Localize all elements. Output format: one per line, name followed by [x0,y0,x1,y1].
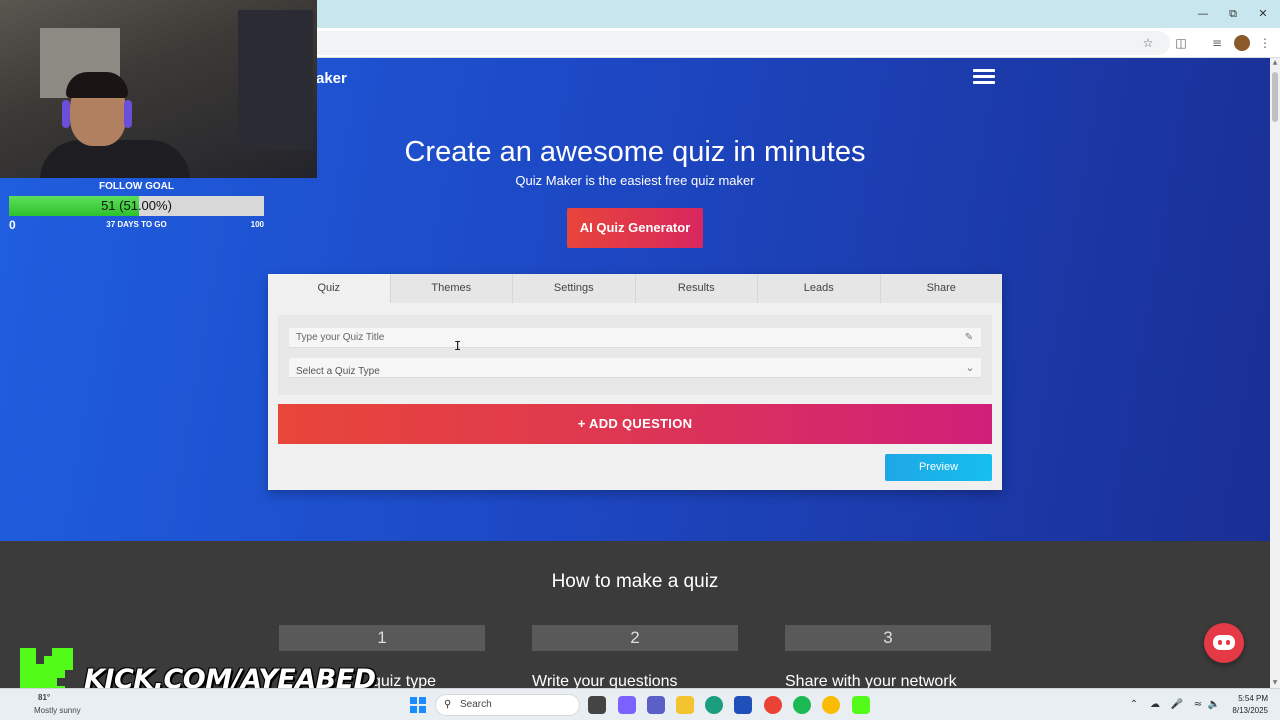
kick-app-icon[interactable] [852,696,870,714]
how-to-title: How to make a quiz [551,571,719,592]
text-cursor-icon: I [454,339,462,353]
volume-icon[interactable]: 🔈 [1207,697,1221,713]
tab-results[interactable]: Results [634,274,757,303]
headset-icon [124,100,132,128]
file-explorer-icon[interactable] [588,696,606,714]
clock-time: 5:54 PM [1238,694,1268,703]
minimize-icon[interactable]: — [1188,4,1218,24]
close-icon[interactable]: ✕ [1248,4,1278,24]
ai-quiz-generator-button[interactable]: AI Quiz Generator [567,208,703,248]
quiz-title-input[interactable] [289,328,981,348]
windows-start-icon[interactable] [410,697,426,713]
weather-text: Mostly sunny [34,706,81,715]
onedrive-icon[interactable]: ☁ [1148,697,1162,713]
more-icon[interactable]: ⋮ [1256,34,1274,52]
follow-goal-max: 100 [250,220,264,229]
tab-themes[interactable]: Themes [389,274,512,303]
follow-goal-days: 37 DAYS TO GO [106,220,167,229]
scroll-up-icon[interactable]: ▲ [1270,58,1280,68]
follow-goal-bar: 51 (51.00%) [9,196,264,216]
profile-avatar[interactable] [1234,35,1250,51]
tab-search-icon[interactable]: ≡ [1208,34,1226,52]
site-brand[interactable]: aker [316,70,347,87]
preview-button[interactable]: Preview [885,454,992,481]
quiz-type-select[interactable] [289,358,981,378]
menu-icon[interactable] [973,69,995,85]
page-scrollbar[interactable]: ▲ ▼ [1270,58,1280,688]
taskbar-clock[interactable]: 5:54 PM 8/13/2025 [1222,693,1268,717]
taskbar-search[interactable]: Search [435,694,580,716]
tab-quiz[interactable]: Quiz [268,274,390,303]
quiz-form-panel: ✎ Select a Quiz Type ⌄ [278,315,992,395]
webcam-body-shape [40,140,190,178]
chat-bot-button[interactable] [1204,623,1244,663]
webcam-shelf-shape [238,10,313,150]
scroll-down-icon[interactable]: ▼ [1270,678,1280,688]
tab-share[interactable]: Share [879,274,1002,303]
webcam-hair-shape [66,72,128,98]
weather-temp: 81° [38,693,51,702]
chevron-up-icon[interactable]: ⌃ [1127,697,1141,713]
edge-icon[interactable] [705,696,723,714]
step-text: quiz type [372,673,437,688]
follow-goal-label: FOLLOW GOAL [99,181,174,192]
step-text: Write your questions [532,673,678,688]
cast-icon[interactable]: ◫ [1172,34,1190,52]
search-icon: ⚲ [444,699,452,710]
tab-settings[interactable]: Settings [512,274,635,303]
scroll-thumb[interactable] [1272,72,1278,122]
chrome-profile-icon[interactable] [822,696,840,714]
store-icon[interactable] [734,696,752,714]
spotify-icon[interactable] [793,696,811,714]
bookmark-star-icon[interactable]: ☆ [1139,34,1157,52]
robot-icon [1213,635,1235,650]
pencil-icon: ✎ [964,332,974,343]
quiz-editor: Quiz Themes Settings Results Leads Share… [268,274,1002,490]
headset-icon [62,100,70,128]
chevron-down-icon: ⌄ [965,361,975,374]
folder-icon[interactable] [676,696,694,714]
wifi-icon[interactable]: ≈ [1191,697,1205,713]
step-number: 3 [785,625,991,651]
webcam-overlay [0,0,317,178]
clock-date: 8/13/2025 [1232,706,1268,715]
step-number: 2 [532,625,738,651]
chrome-icon[interactable] [764,696,782,714]
step-number: 1 [279,625,485,651]
editor-tabs: Quiz Themes Settings Results Leads Share [268,274,1002,303]
taskbar: 81° Mostly sunny Search ⚲ ⌃ ☁ 🎤 ≈ 🔈 5:54… [0,688,1280,720]
quiz-type-select-value: Select a Quiz Type [296,366,380,377]
teams-icon[interactable] [647,696,665,714]
tab-leads[interactable]: Leads [757,274,880,303]
follow-goal-value: 51 (51.00%) [101,198,172,213]
restore-icon[interactable]: ⧉ [1218,4,1248,24]
add-question-button[interactable]: + ADD QUESTION [278,404,992,444]
step-text: Share with your network [785,673,957,688]
microphone-icon[interactable]: 🎤 [1170,697,1184,713]
copilot-icon[interactable] [618,696,636,714]
